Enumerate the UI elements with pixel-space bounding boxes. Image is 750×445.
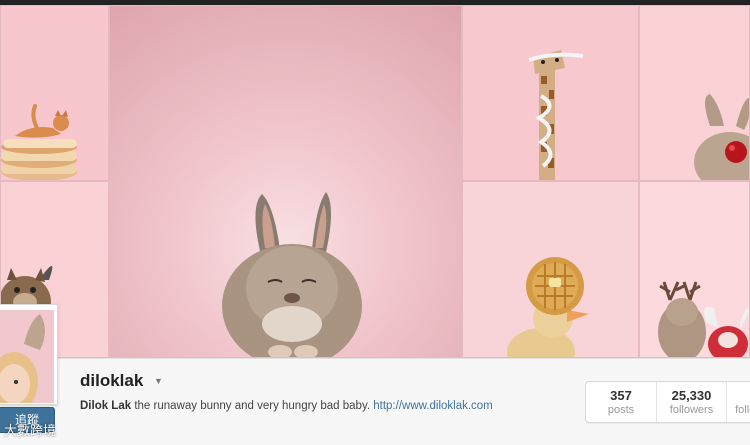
stat-followers-label: followers (669, 404, 714, 416)
stat-following-count: 3 (727, 388, 750, 403)
profile-bio: Dilok Lak the runaway bunny and very hun… (80, 400, 493, 412)
stat-posts-count: 357 (610, 388, 632, 403)
photo-tile-bunny-closeup[interactable] (109, 5, 462, 358)
avatar-image (0, 314, 45, 403)
stat-posts-label: posts (607, 404, 635, 416)
stat-posts[interactable]: 357 posts (586, 382, 656, 422)
photo-tile-bunny-red-nose[interactable] (639, 5, 750, 181)
profile-full-name: Dilok Lak (80, 400, 132, 412)
stat-following-label: following (735, 404, 750, 416)
profile-username: diloklak (80, 371, 144, 390)
photo-tile-bunny-antlers[interactable] (639, 181, 750, 358)
stat-followers[interactable]: 25,330 followers (656, 382, 726, 422)
chevron-down-icon[interactable]: ▼ (154, 376, 163, 386)
cat-on-pancakes-image (1, 104, 77, 180)
bunny-antlers-image (658, 281, 749, 357)
bunny-closeup-image (222, 192, 362, 357)
profile-bio-text: the runaway bunny and very hungry bad ba… (134, 400, 371, 412)
avatar-photo (0, 310, 54, 403)
duckling-waffle-image (507, 257, 589, 357)
photo-tile-duckling-waffle[interactable] (462, 181, 639, 358)
photo-tile-cat-pancakes[interactable] (0, 5, 109, 181)
watermark-text: 大數跨境 (4, 423, 57, 438)
stat-followers-count: 25,330 (671, 388, 712, 403)
giraffe-ribbon-image (528, 50, 584, 180)
profile-website-link[interactable]: http://www.diloklak.com (373, 400, 493, 412)
photo-tile-giraffe[interactable] (462, 5, 639, 181)
photo-grid (0, 5, 750, 358)
stat-following[interactable]: 3 following (726, 382, 750, 422)
profile-stats: 357 posts 25,330 followers 3 following (585, 381, 750, 423)
avatar[interactable] (0, 304, 58, 405)
bunny-red-nose-image (694, 94, 749, 180)
